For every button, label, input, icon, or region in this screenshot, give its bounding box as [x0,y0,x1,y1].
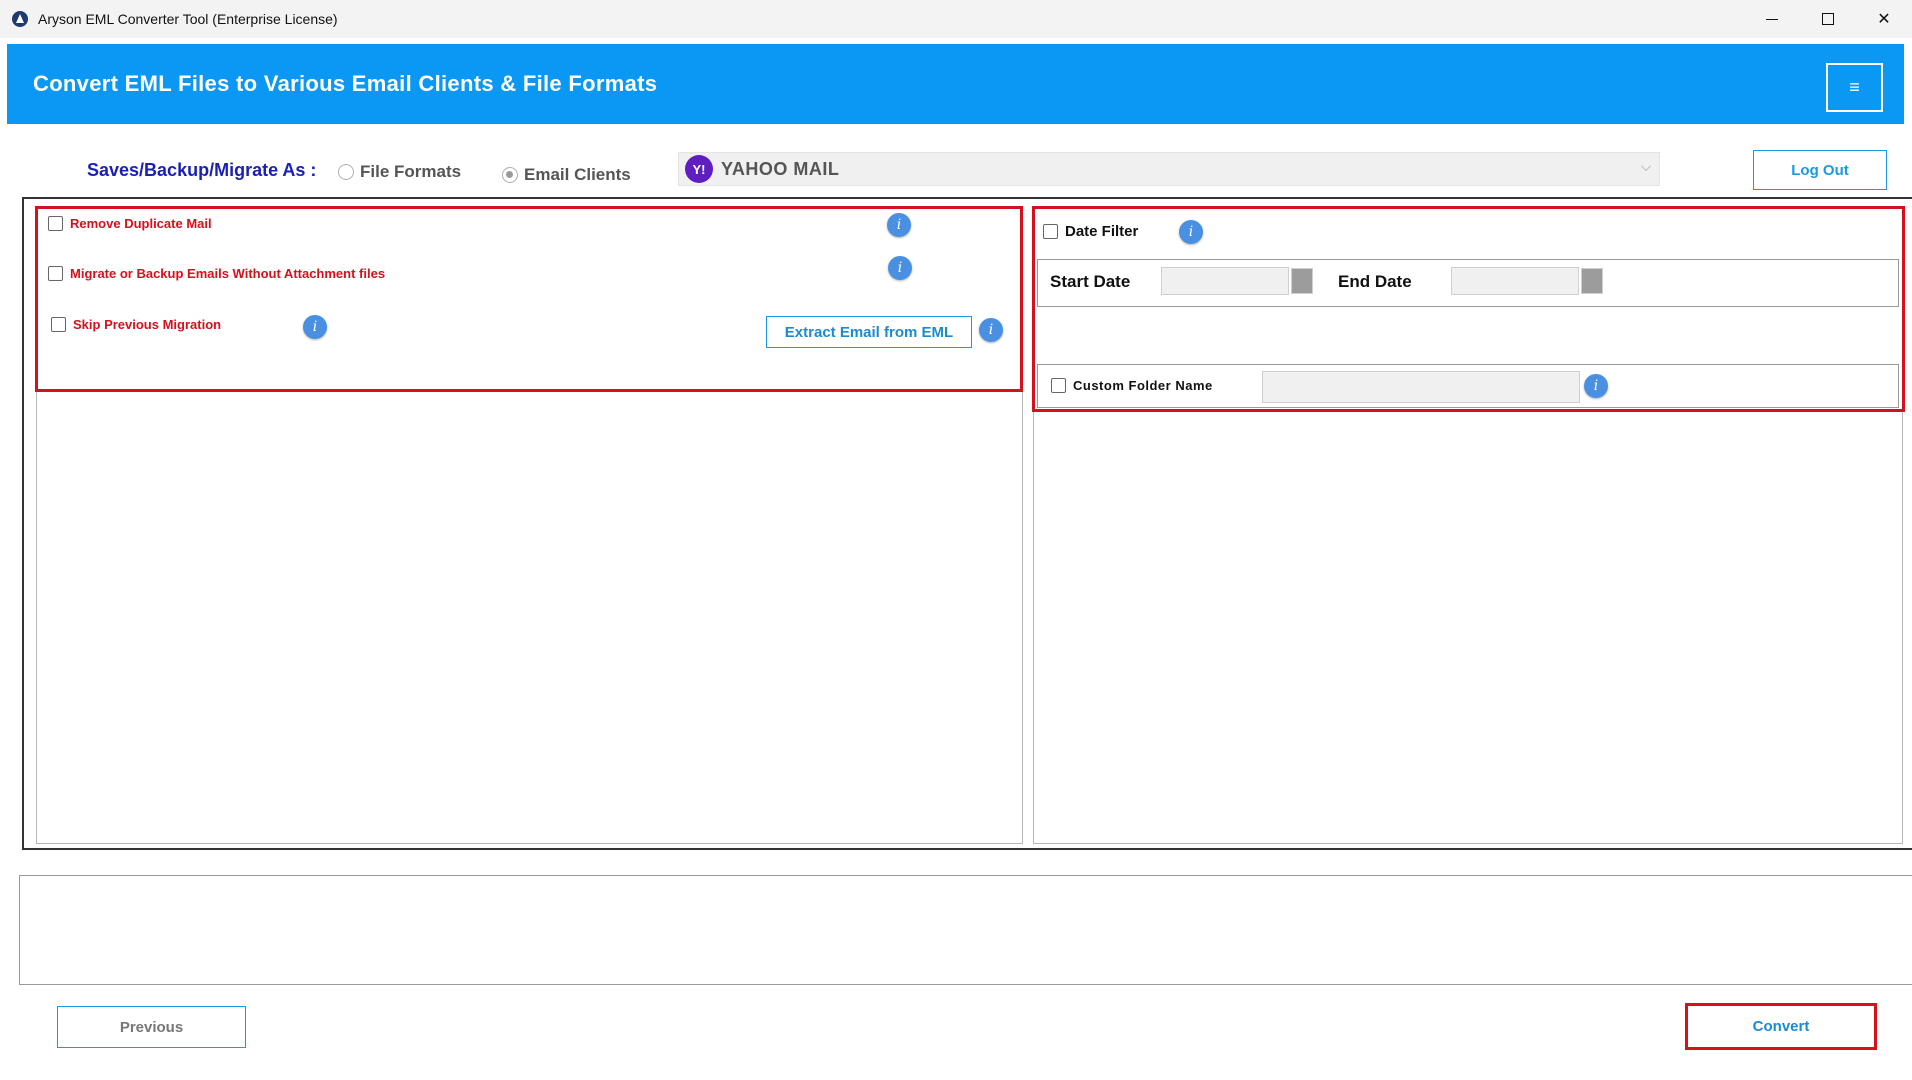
convert-button[interactable]: Convert [1685,1003,1877,1050]
minimize-icon [1766,18,1778,20]
maximize-button[interactable] [1800,0,1856,38]
saveas-row: Saves/Backup/Migrate As : File Formats E… [0,150,1912,190]
saveas-label: Saves/Backup/Migrate As : [87,160,317,180]
radio-email-clients[interactable]: Email Clients [502,165,631,185]
close-icon: ✕ [1877,11,1891,28]
left-highlight-box [35,206,1023,392]
yahoo-logo-icon: Y! [685,155,713,183]
logout-button[interactable]: Log Out [1753,150,1887,190]
radio-email-clients-label: Email Clients [524,165,631,184]
hamburger-icon: ≡ [1849,77,1860,97]
chevron-down-icon [1641,161,1651,171]
right-highlight-box [1032,206,1905,412]
log-area [19,875,1912,985]
selected-client-text: YAHOO MAIL [721,158,840,179]
header-banner: Convert EML Files to Various Email Clien… [7,44,1904,124]
radio-file-formats[interactable]: File Formats [338,162,461,182]
minimize-button[interactable] [1744,0,1800,38]
radio-selected-icon [502,167,518,183]
email-client-dropdown[interactable]: Y! YAHOO MAIL [678,152,1660,186]
radio-unselected-icon [338,164,354,180]
previous-button[interactable]: Previous [57,1006,246,1048]
page-title: Convert EML Files to Various Email Clien… [33,71,658,96]
maximize-icon [1822,13,1834,25]
window-titlebar: Aryson EML Converter Tool (Enterprise Li… [0,0,1912,38]
close-button[interactable]: ✕ [1856,0,1912,38]
app-logo-icon [12,11,28,27]
radio-file-formats-label: File Formats [360,162,462,181]
hamburger-menu-button[interactable]: ≡ [1826,63,1883,112]
window-title: Aryson EML Converter Tool (Enterprise Li… [38,11,338,27]
